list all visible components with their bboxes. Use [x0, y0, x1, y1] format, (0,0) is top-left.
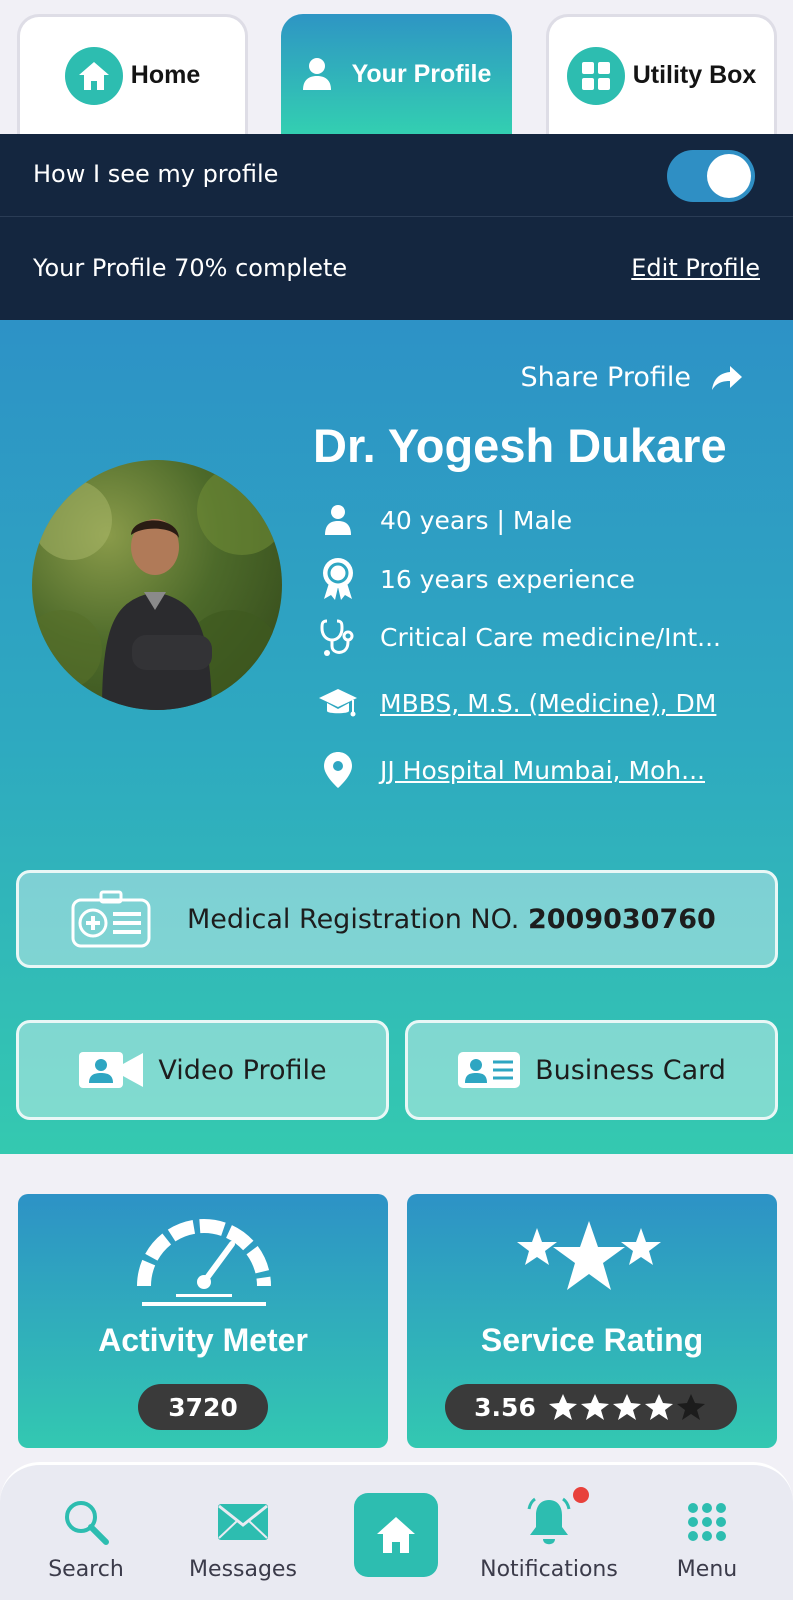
user-icon [302, 57, 332, 91]
video-profile-button[interactable]: Video Profile [16, 1020, 389, 1120]
tab-utility-box[interactable]: Utility Box [546, 14, 777, 134]
registration-label: Medical Registration NO. [187, 903, 520, 935]
grid-dots-icon [686, 1495, 728, 1549]
view-toggle-row: How I see my profile [0, 134, 793, 217]
notification-badge-dot [573, 1487, 589, 1503]
tab-home-label: Home [130, 61, 201, 89]
nav-search[interactable]: Search [38, 1465, 134, 1600]
speedometer-icon [136, 1214, 272, 1310]
service-rating-value: 3.56 [474, 1392, 536, 1422]
video-camera-icon [78, 1051, 144, 1089]
grid-icon [566, 46, 625, 105]
nav-messages[interactable]: Messages [183, 1465, 303, 1600]
experience-text: 16 years experience [380, 564, 636, 594]
age-gender-text: 40 years | Male [380, 505, 573, 535]
graduation-cap-icon [318, 683, 358, 723]
rating-stars [548, 1393, 708, 1421]
medical-registration-box: Medical Registration NO. 2009030760 [16, 870, 778, 968]
qualifications-row[interactable]: MBBS, M.S. (Medicine), DM [318, 683, 716, 723]
nav-notifications-label: Notifications [480, 1557, 618, 1582]
award-ribbon-icon [318, 558, 358, 600]
activity-meter-card[interactable]: Activity Meter 3720 [18, 1194, 388, 1448]
service-rating-title: Service Rating [480, 1322, 704, 1358]
share-arrow-icon [691, 365, 743, 391]
nav-search-label: Search [48, 1557, 124, 1582]
nav-messages-label: Messages [189, 1557, 297, 1582]
profile-completion-text: Your Profile 70% complete [33, 254, 348, 282]
activity-meter-value-badge: 3720 [138, 1384, 268, 1430]
top-tab-bar: Home Your Profile Utility Box [0, 0, 793, 134]
activity-meter-value: 3720 [168, 1392, 238, 1422]
stethoscope-icon [318, 617, 358, 657]
location-row[interactable]: JJ Hospital Mumbai, Moh... [318, 750, 705, 790]
activity-meter-title: Activity Meter [98, 1322, 308, 1358]
registration-number: 2009030760 [527, 903, 716, 935]
toggle-knob [707, 154, 751, 198]
star-filled-icon [612, 1394, 641, 1420]
qualifications-link[interactable]: MBBS, M.S. (Medicine), DM [380, 689, 716, 718]
star-empty-icon [676, 1394, 705, 1420]
video-profile-label: Video Profile [158, 1054, 327, 1086]
age-gender-row: 40 years | Male [318, 500, 572, 540]
specialty-text: Critical Care medicine/Int... [380, 622, 721, 652]
nav-home-button[interactable] [354, 1493, 438, 1577]
location-link[interactable]: JJ Hospital Mumbai, Moh... [380, 756, 705, 785]
registration-text: Medical Registration NO. 2009030760 [187, 904, 716, 935]
bottom-navigation: Search Messages Notifications Menu [0, 1462, 793, 1600]
user-icon [318, 500, 358, 540]
specialty-row: Critical Care medicine/Int... [318, 617, 721, 657]
avatar[interactable] [32, 460, 282, 710]
star-filled-icon [548, 1394, 577, 1420]
nav-menu[interactable]: Menu [662, 1465, 752, 1600]
share-profile-button[interactable]: Share Profile [521, 362, 743, 393]
envelope-icon [217, 1495, 269, 1549]
tab-utility-box-label: Utility Box [632, 61, 757, 89]
share-profile-label: Share Profile [520, 362, 691, 393]
nav-menu-label: Menu [676, 1557, 738, 1582]
edit-profile-link[interactable]: Edit Profile [631, 254, 760, 282]
view-toggle-switch[interactable] [667, 150, 755, 202]
view-toggle-label: How I see my profile [33, 160, 279, 188]
search-icon [63, 1495, 109, 1549]
star-filled-icon [644, 1394, 673, 1420]
home-icon [375, 1515, 417, 1555]
business-card-button[interactable]: Business Card [405, 1020, 778, 1120]
star-filled-icon [580, 1394, 609, 1420]
tab-your-profile[interactable]: Your Profile [281, 14, 512, 134]
service-rating-card[interactable]: Service Rating 3.56 [407, 1194, 777, 1448]
business-card-label: Business Card [535, 1054, 726, 1086]
profile-card: Share Profile Dr. Yogesh Dukare 40 years… [0, 320, 793, 1154]
business-card-icon [457, 1051, 521, 1089]
nav-notifications[interactable]: Notifications [478, 1465, 620, 1600]
service-rating-value-badge: 3.56 [445, 1384, 737, 1430]
location-pin-icon [318, 750, 358, 790]
doctor-name: Dr. Yogesh Dukare [313, 419, 727, 472]
profile-header: How I see my profile Your Profile 70% co… [0, 134, 793, 320]
experience-row: 16 years experience [318, 558, 636, 600]
bell-icon [527, 1487, 589, 1549]
home-icon [64, 46, 123, 105]
tab-your-profile-label: Your Profile [351, 59, 492, 88]
three-stars-icon [515, 1220, 663, 1302]
medical-id-card-icon [71, 890, 151, 948]
tab-home[interactable]: Home [17, 14, 248, 134]
